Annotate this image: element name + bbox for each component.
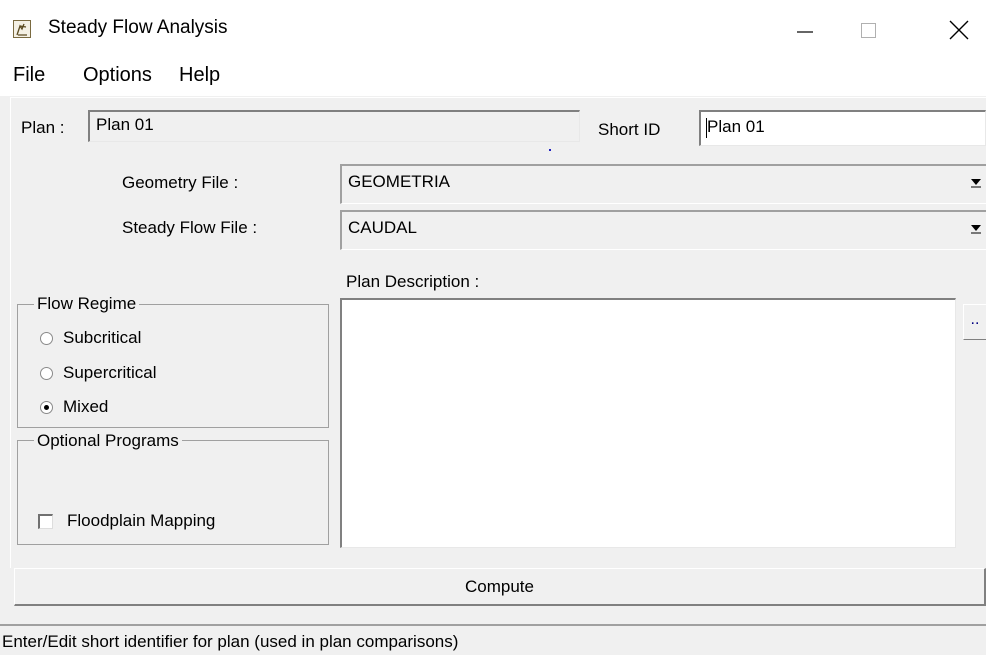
minimize-button[interactable] [770,0,840,60]
text-cursor [706,118,707,138]
subcritical-radio[interactable]: Subcritical [40,328,141,348]
mixed-radio[interactable]: Mixed [40,397,108,417]
plan-label: Plan : [21,118,65,137]
short-id-label: Short ID [598,120,661,139]
steady-flow-file-value: CAUDAL [348,218,417,237]
steady-flow-dropdown-button[interactable] [966,214,986,242]
maximize-button[interactable] [833,0,903,60]
radio-checked-icon [40,400,53,414]
menu-help[interactable]: Help [179,64,220,87]
plan-description-label: Plan Description : [346,272,480,291]
radio-icon [40,331,53,345]
chevron-down-icon [971,225,981,234]
menu-options[interactable]: Options [83,64,152,87]
close-button[interactable] [924,0,986,60]
geometry-file-label: Geometry File : [122,173,239,192]
maximize-icon [861,23,876,38]
supercritical-label: Supercritical [63,363,157,382]
flow-regime-title: Flow Regime [34,294,140,314]
steady-flow-file-label: Steady Flow File : [122,218,258,237]
floodplain-mapping-checkbox[interactable]: Floodplain Mapping [38,511,215,531]
hec-ras-app-icon [13,20,31,38]
plan-description-textarea[interactable] [340,298,956,548]
supercritical-radio[interactable]: Supercritical [40,363,157,383]
status-bar: Enter/Edit short identifier for plan (us… [0,624,986,655]
plan-title-value: Plan 01 [96,115,154,134]
plan-description-expand-button[interactable]: .. [963,304,986,340]
geometry-file-value: GEOMETRIA [348,172,451,191]
radio-icon [40,366,53,380]
minimize-icon [797,31,813,33]
window-title: Steady Flow Analysis [48,17,228,38]
optional-programs-title: Optional Programs [34,431,182,451]
steady-flow-file-select[interactable]: CAUDAL [340,210,986,250]
floodplain-mapping-label: Floodplain Mapping [67,511,216,530]
checkbox-icon [38,513,53,529]
mixed-label: Mixed [63,397,109,416]
geometry-dropdown-button[interactable] [966,168,986,196]
focus-dot [549,149,551,151]
geometry-file-select[interactable]: GEOMETRIA [340,164,986,204]
status-text: Enter/Edit short identifier for plan (us… [2,632,459,651]
short-id-value: Plan 01 [707,117,765,136]
chevron-down-icon [971,179,981,188]
short-id-input[interactable]: Plan 01 [699,110,986,146]
close-icon [949,20,969,40]
menu-file[interactable]: File [13,64,45,87]
compute-button[interactable]: Compute [14,568,986,606]
plan-title-field[interactable]: Plan 01 [88,110,580,142]
subcritical-label: Subcritical [63,328,142,347]
